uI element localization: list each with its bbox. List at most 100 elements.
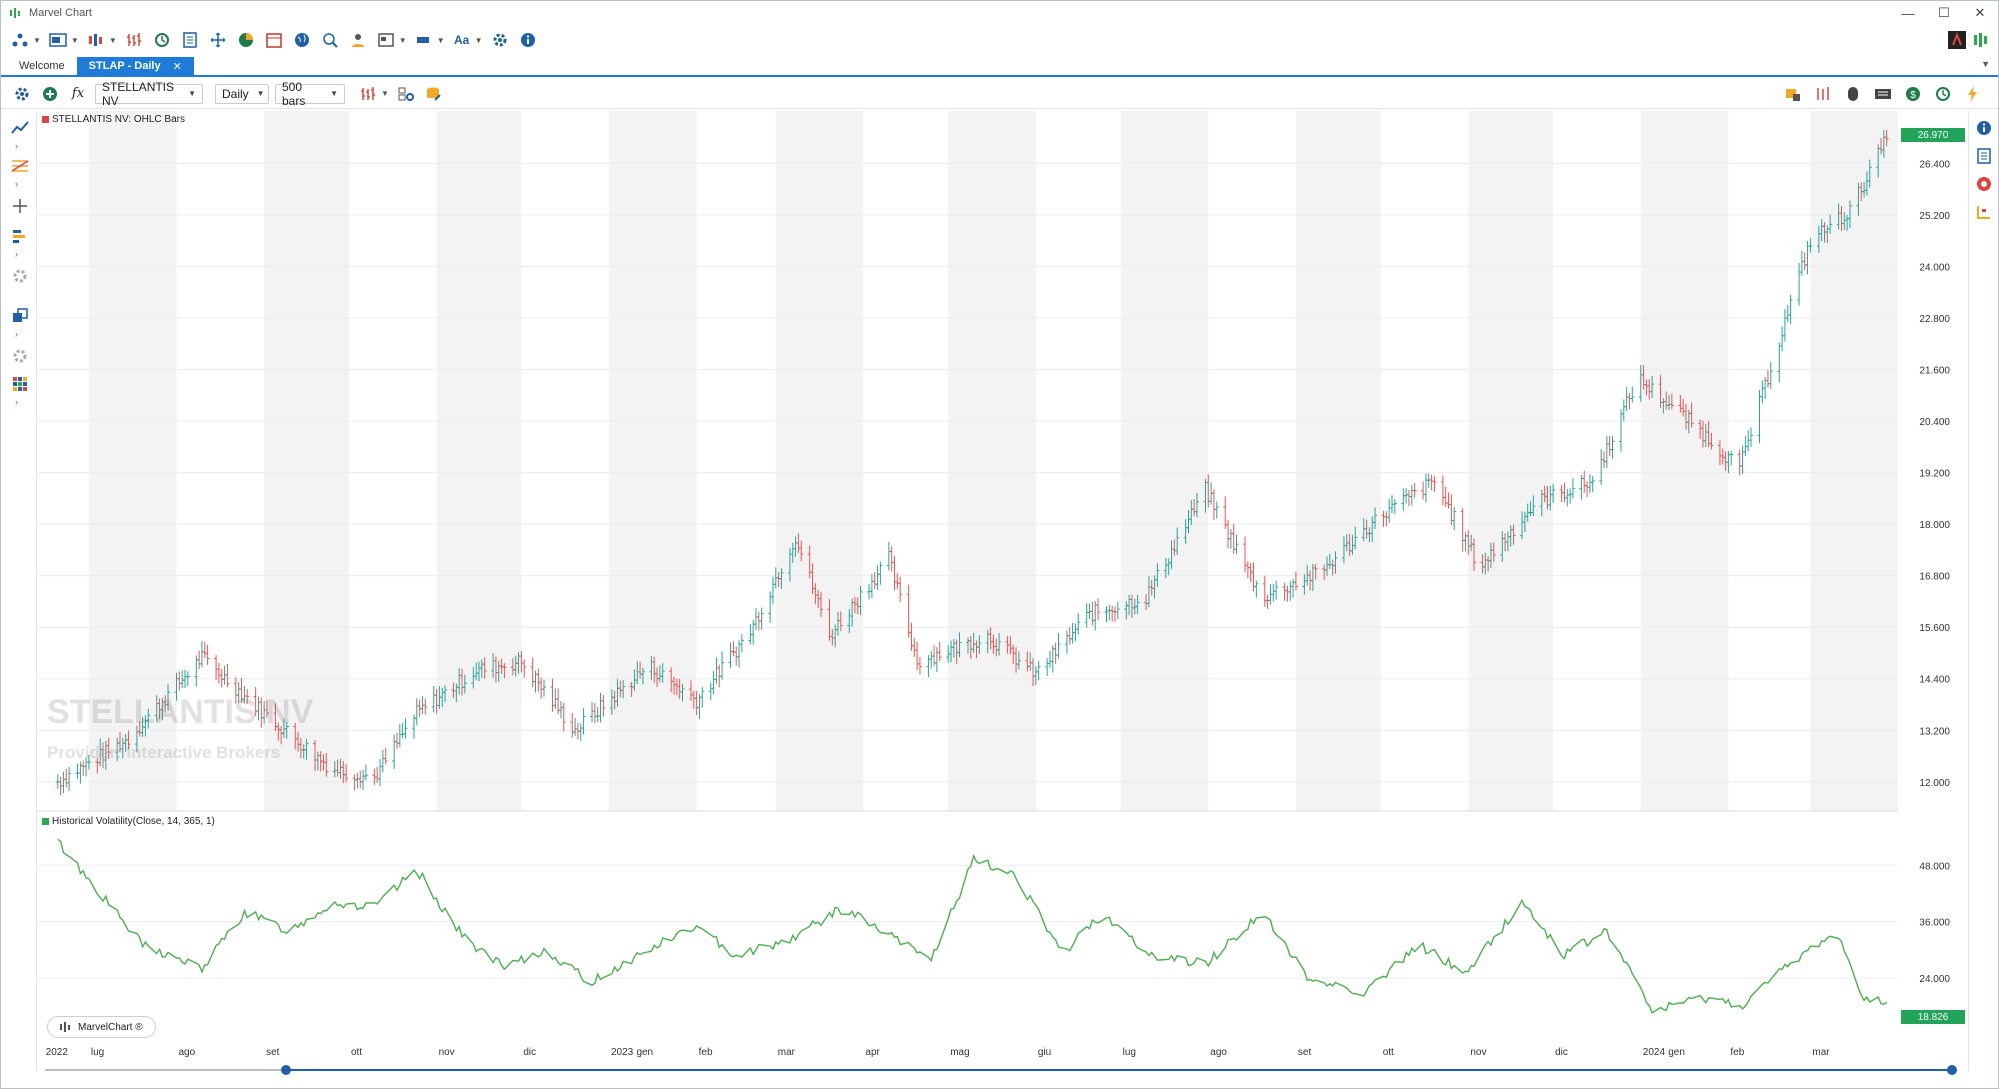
volatility-legend-swatch — [42, 818, 49, 825]
trend-line-expand-icon[interactable]: › — [15, 141, 18, 151]
month-band — [1468, 111, 1554, 811]
database-icon[interactable] — [423, 83, 445, 105]
layout-caret-icon[interactable]: ▼ — [33, 36, 41, 45]
crosshair-icon[interactable] — [207, 29, 229, 51]
add-indicator-icon[interactable] — [39, 83, 61, 105]
bars-select[interactable]: 500 bars ▼ — [275, 80, 345, 108]
x-axis-label: mag — [950, 1047, 969, 1058]
tab-stlap-daily[interactable]: STLAP - Daily ✕ — [76, 57, 194, 75]
watchlist-icon[interactable] — [1973, 201, 1995, 223]
tab-close-icon[interactable]: ✕ — [173, 60, 182, 73]
maximize-button[interactable]: ☐ — [1926, 3, 1962, 23]
minimize-button[interactable]: — — [1890, 3, 1926, 23]
last-volatility-tag: 18.826 — [1901, 1010, 1965, 1024]
chevron-down-icon: ▼ — [188, 89, 196, 98]
grid-apps-expand-icon[interactable]: › — [15, 397, 18, 407]
indicator-settings-icon[interactable] — [395, 83, 417, 105]
crosshair-tool-icon[interactable] — [9, 195, 31, 217]
copy-layout-icon[interactable] — [9, 305, 31, 327]
drawing-settings-icon[interactable] — [9, 265, 31, 287]
font-icon[interactable]: Aa — [451, 29, 473, 51]
fibonacci-expand-icon[interactable]: › — [15, 179, 18, 189]
chart-right-tools: $ — [1782, 83, 1984, 105]
x-axis-label: 2022 — [46, 1047, 69, 1058]
market-pie-icon[interactable] — [235, 29, 257, 51]
x-axis-label: 2024 — [1643, 1047, 1666, 1058]
chart-type-caret-icon[interactable]: ▼ — [109, 36, 117, 45]
tab-label: Welcome — [19, 60, 65, 72]
layout-icon[interactable] — [9, 29, 31, 51]
price-tick-label: 25.200 — [1919, 211, 1950, 222]
history-icon[interactable] — [1932, 83, 1954, 105]
notes-icon[interactable] — [1973, 145, 1995, 167]
lightning-icon[interactable] — [1962, 83, 1984, 105]
settings-icon[interactable] — [489, 29, 511, 51]
dollar-icon[interactable]: $ — [1902, 83, 1924, 105]
x-axis-label: set — [1298, 1047, 1312, 1058]
trend-line-icon[interactable] — [9, 117, 31, 139]
drawing-tools-panel: › › › › › — [1, 111, 37, 1071]
copy-layout-expand-icon[interactable]: › — [15, 329, 18, 339]
timeline-scrollbar[interactable] — [41, 1065, 1961, 1075]
globe-icon[interactable] — [291, 29, 313, 51]
scrollbar-start-handle[interactable] — [281, 1065, 291, 1075]
info-icon[interactable] — [517, 29, 539, 51]
chart-type-icon[interactable] — [85, 29, 107, 51]
workspace-icon[interactable] — [47, 29, 69, 51]
grid-apps-icon[interactable] — [9, 373, 31, 395]
close-button[interactable]: ✕ — [1962, 3, 1998, 23]
symbol-info-icon[interactable] — [1973, 117, 1995, 139]
window-icon[interactable] — [375, 29, 397, 51]
tab-bar: Welcome STLAP - Daily ✕ ▼ — [1, 57, 1998, 77]
timeframe-value: Daily — [222, 86, 249, 101]
volume-profile-icon[interactable] — [9, 225, 31, 247]
color-caret-icon[interactable]: ▼ — [437, 36, 445, 45]
calendar-icon[interactable] — [263, 29, 285, 51]
tab-overflow-icon[interactable]: ▼ — [1981, 59, 1990, 69]
chart-settings-icon[interactable] — [11, 83, 33, 105]
marvelchart-connect-icon[interactable] — [1970, 29, 1992, 51]
mouse-icon[interactable] — [1842, 83, 1864, 105]
keyboard-icon[interactable] — [1872, 83, 1894, 105]
symbol-select[interactable]: STELLANTIS NV ▼ — [95, 80, 203, 108]
bars-value: 500 bars — [282, 79, 306, 108]
color-icon[interactable] — [413, 29, 435, 51]
x-axis-label: ott — [351, 1047, 362, 1058]
account-icon[interactable] — [1946, 29, 1968, 51]
news-icon[interactable] — [1973, 173, 1995, 195]
right-side-panel — [1968, 111, 1998, 1071]
price-tick-label: 21.600 — [1919, 366, 1950, 377]
font-caret-icon[interactable]: ▼ — [475, 36, 483, 45]
bar-style-icon[interactable] — [357, 83, 379, 105]
report-icon[interactable] — [179, 29, 201, 51]
brand-badge[interactable]: MarvelChart ® — [47, 1016, 156, 1038]
timeframe-select[interactable]: Daily ▼ — [215, 83, 269, 104]
tool-settings-icon[interactable] — [9, 345, 31, 367]
user-icon[interactable] — [347, 29, 369, 51]
price-tick-label: 20.400 — [1919, 417, 1950, 428]
x-axis-label: feb — [699, 1047, 713, 1058]
scrollbar-end-handle[interactable] — [1947, 1065, 1957, 1075]
workspace-caret-icon[interactable]: ▼ — [71, 36, 79, 45]
x-axis-label: giu — [1038, 1047, 1051, 1058]
fibonacci-icon[interactable] — [9, 155, 31, 177]
marvelchart-badge-icon — [60, 1022, 70, 1032]
bar-chart-icon[interactable] — [123, 29, 145, 51]
chart-canvas[interactable]: 26.400 25.200 24.000 22.800 21.600 20.400 19.2… — [38, 111, 1967, 1071]
scanner-icon[interactable] — [319, 29, 341, 51]
bar-style-caret-icon[interactable]: ▼ — [381, 89, 389, 98]
compare-icon[interactable] — [1812, 83, 1834, 105]
volatility-tick-label: 24.000 — [1919, 974, 1950, 985]
price-tick-label: 12.000 — [1919, 778, 1950, 789]
alert-icon[interactable] — [1782, 83, 1804, 105]
formula-icon[interactable]: fx — [67, 83, 89, 105]
volume-profile-expand-icon[interactable]: › — [15, 249, 18, 259]
tab-welcome[interactable]: Welcome — [7, 57, 77, 75]
window-title: Marvel Chart — [29, 7, 92, 19]
window-caret-icon[interactable]: ▼ — [399, 36, 407, 45]
replay-icon[interactable] — [151, 29, 173, 51]
volatility-tick-label: 48.000 — [1919, 861, 1950, 872]
price-tick-label: 18.000 — [1919, 520, 1950, 531]
chart-area[interactable]: 26.400 25.200 24.000 22.800 21.600 20.400 19.2… — [38, 111, 1967, 1071]
x-axis-label: feb — [1730, 1047, 1744, 1058]
